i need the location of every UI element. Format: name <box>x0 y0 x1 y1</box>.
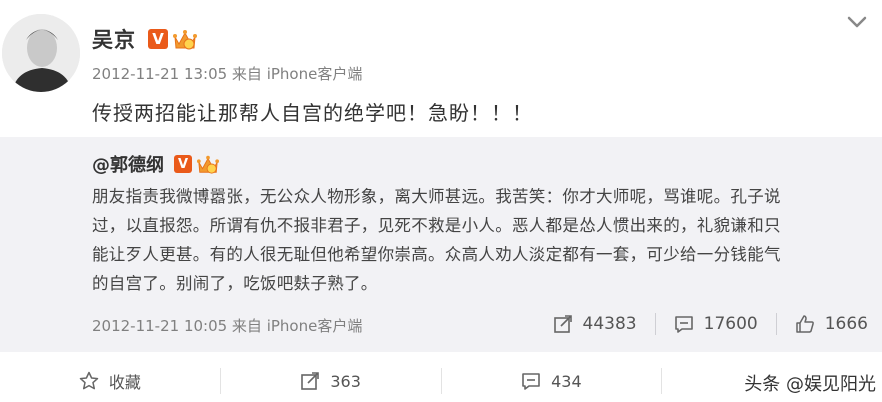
repost-text-line: 的自宫了。别闹了，吃饭吧麸子熟了。 <box>92 274 378 293</box>
comment-icon <box>522 373 540 390</box>
author-name[interactable]: 吴京 <box>92 24 136 54</box>
favorite-label: 收藏 <box>108 373 141 392</box>
repost-button[interactable]: 363 <box>221 360 441 402</box>
share-icon <box>301 372 320 390</box>
repost-stats: 44383 17600 1666 <box>553 313 868 335</box>
repost-text: 朋友指责我微博嚣张，无公众人物形象，离大师甚远。我苦笑：你才大师呢，骂谁呢。孔子… <box>92 182 862 298</box>
repost-card[interactable]: @郭德纲 V 朋友指责我微博嚣张，无公众人物形象，离大师甚远。我苦笑：你才大师呢… <box>0 137 882 352</box>
comment-icon <box>674 316 693 333</box>
repost-count: 44383 <box>582 314 637 334</box>
repost-author-name[interactable]: @郭德纲 <box>92 151 164 177</box>
chevron-down-icon[interactable] <box>846 14 868 30</box>
repost-verified-badge: V <box>174 155 192 173</box>
avatar-image <box>2 14 80 92</box>
comment-button[interactable]: 434 <box>442 360 662 402</box>
comment-count-button[interactable]: 17600 <box>674 314 758 334</box>
star-icon <box>79 371 99 390</box>
watermark: 头条 @娱见阳光 <box>744 374 876 395</box>
avatar[interactable] <box>2 14 80 92</box>
crown-icon <box>173 30 197 50</box>
repost-count-button[interactable]: 44383 <box>553 314 637 334</box>
repost-text-line: 能让歹人更甚。有的人很无耻但他希望你崇高。众高人劝人淡定都有一套，可少给一分钱能… <box>92 245 781 264</box>
post-author: 吴京 V <box>92 24 198 54</box>
crown-icon <box>197 155 219 174</box>
post-meta: 2012-11-21 13:05 来自 iPhone客户端 <box>92 65 363 83</box>
favorite-button[interactable]: 收藏 <box>0 360 220 402</box>
repost-author: @郭德纲 V <box>92 151 220 177</box>
post-text: 传授两招能让那帮人自宫的绝学吧！急盼！！！ <box>92 101 533 125</box>
repost-meta: 2012-11-21 10:05 来自 iPhone客户端 <box>92 317 363 335</box>
repost-text-line: 过，以直报怨。所谓有仇不报非君子，见死不救是小人。恶人都是怂人惯出来的，礼貌谦和… <box>92 216 781 235</box>
comment-count: 17600 <box>703 314 758 334</box>
divider <box>654 313 656 335</box>
share-icon <box>553 315 572 333</box>
verified-badge: V <box>148 29 168 49</box>
divider <box>775 313 777 335</box>
like-count: 1666 <box>824 314 868 334</box>
thumbs-up-icon <box>795 315 814 333</box>
like-count-button[interactable]: 1666 <box>795 314 868 334</box>
comment-action-count: 434 <box>551 371 582 391</box>
repost-text-line: 朋友指责我微博嚣张，无公众人物形象，离大师甚远。我苦笑：你才大师呢，骂谁呢。孔子… <box>92 187 781 206</box>
repost-action-count: 363 <box>330 371 361 391</box>
